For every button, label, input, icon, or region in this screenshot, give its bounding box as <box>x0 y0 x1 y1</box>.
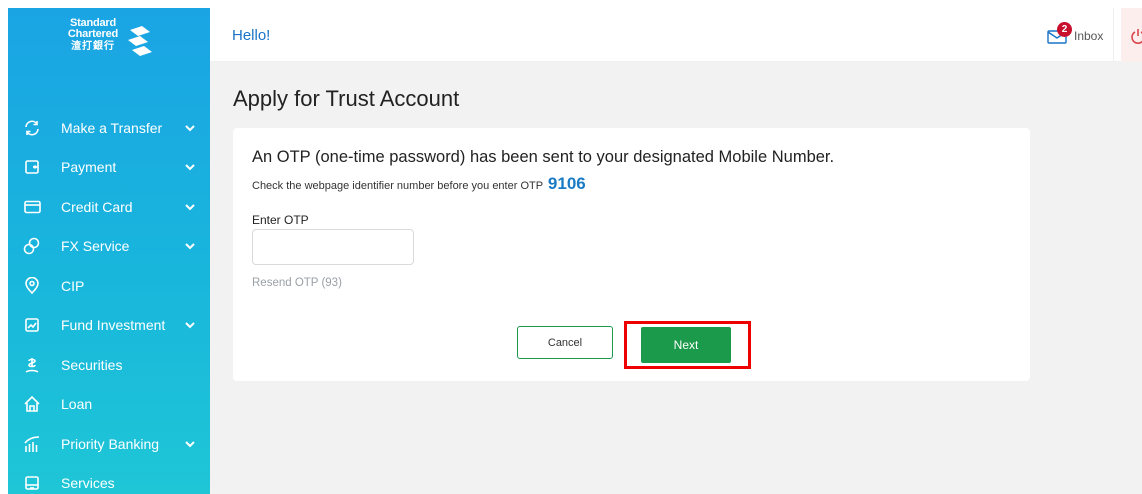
identifier-instruction: Check the webpage identifier number befo… <box>252 174 586 194</box>
sidebar-item-fx-service[interactable]: FX Service <box>8 227 210 267</box>
sidebar-item-cip[interactable]: CIP <box>8 266 210 306</box>
sidebar-item-label: FX Service <box>61 238 130 255</box>
chevron-down-icon <box>185 441 195 448</box>
sidebar-item-label: Fund Investment <box>61 317 166 334</box>
main-content: Apply for Trust Account An OTP (one-time… <box>210 62 1142 494</box>
services-icon <box>22 473 42 493</box>
identifier-code: 9106 <box>547 174 586 193</box>
sidebar-item-securities[interactable]: Securities <box>8 345 210 385</box>
sidebar-item-label: Credit Card <box>61 198 133 215</box>
sidebar-item-label: Loan <box>61 396 93 413</box>
chevron-down-icon <box>185 322 195 329</box>
sidebar: Standard Chartered 渣打銀行 Make a Transfer … <box>8 8 210 494</box>
sidebar-nav: Make a Transfer Payment Credit Card FX S… <box>8 108 210 494</box>
priority-icon <box>22 434 42 454</box>
logo-line-2: Chartered <box>67 28 119 40</box>
header-divider <box>1113 8 1114 62</box>
sidebar-item-label: Priority Banking <box>61 435 160 452</box>
chevron-down-icon <box>185 204 195 211</box>
sidebar-item-services[interactable]: Services <box>8 464 210 494</box>
chart-icon <box>22 315 42 335</box>
page-title: Apply for Trust Account <box>233 86 460 111</box>
greeting: Hello! <box>232 27 271 44</box>
logout-button[interactable] <box>1121 8 1142 62</box>
otp-input-label: Enter OTP <box>252 213 309 227</box>
next-button[interactable]: Next <box>641 327 731 363</box>
sidebar-item-label: Services <box>61 475 115 492</box>
sidebar-item-label: Payment <box>61 159 117 176</box>
credit-card-icon <box>22 197 42 217</box>
otp-card: An OTP (one-time password) has been sent… <box>233 128 1030 381</box>
sidebar-item-loan[interactable]: Loan <box>8 385 210 425</box>
securities-icon <box>22 355 42 375</box>
sidebar-item-fund-investment[interactable]: Fund Investment <box>8 306 210 346</box>
otp-input[interactable] <box>252 229 414 265</box>
chevron-down-icon <box>185 243 195 250</box>
sidebar-item-label: Make a Transfer <box>61 119 163 136</box>
sidebar-item-priority-banking[interactable]: Priority Banking <box>8 424 210 464</box>
inbox-label: Inbox <box>1074 29 1104 43</box>
transfer-icon <box>22 118 42 138</box>
wallet-icon <box>22 157 42 177</box>
standard-chartered-logo[interactable]: Standard Chartered 渣打銀行 <box>62 18 172 78</box>
house-icon <box>22 394 42 414</box>
inbox-button[interactable]: 2 Inbox <box>1045 22 1105 50</box>
logo-text: Standard Chartered 渣打銀行 <box>62 18 124 53</box>
sidebar-item-label: Securities <box>61 356 123 373</box>
top-header: Hello! 2 Inbox <box>210 8 1142 62</box>
fx-icon <box>22 236 42 256</box>
otp-heading: An OTP (one-time password) has been sent… <box>252 148 835 166</box>
brand-mark-icon <box>128 26 152 56</box>
piggy-bank-icon <box>22 276 42 296</box>
chevron-down-icon <box>185 125 195 132</box>
sidebar-item-label: CIP <box>61 277 85 294</box>
sidebar-item-make-a-transfer[interactable]: Make a Transfer <box>8 108 210 148</box>
chevron-down-icon <box>185 164 195 171</box>
inbox-count-badge: 2 <box>1057 22 1072 37</box>
sidebar-item-credit-card[interactable]: Credit Card <box>8 187 210 227</box>
sidebar-item-payment[interactable]: Payment <box>8 148 210 188</box>
cancel-button[interactable]: Cancel <box>517 326 613 359</box>
power-icon <box>1131 29 1142 44</box>
resend-otp-link[interactable]: Resend OTP (93) <box>252 277 342 289</box>
logo-line-3: 渣打銀行 <box>71 41 115 52</box>
identifier-text: Check the webpage identifier number befo… <box>252 180 543 192</box>
